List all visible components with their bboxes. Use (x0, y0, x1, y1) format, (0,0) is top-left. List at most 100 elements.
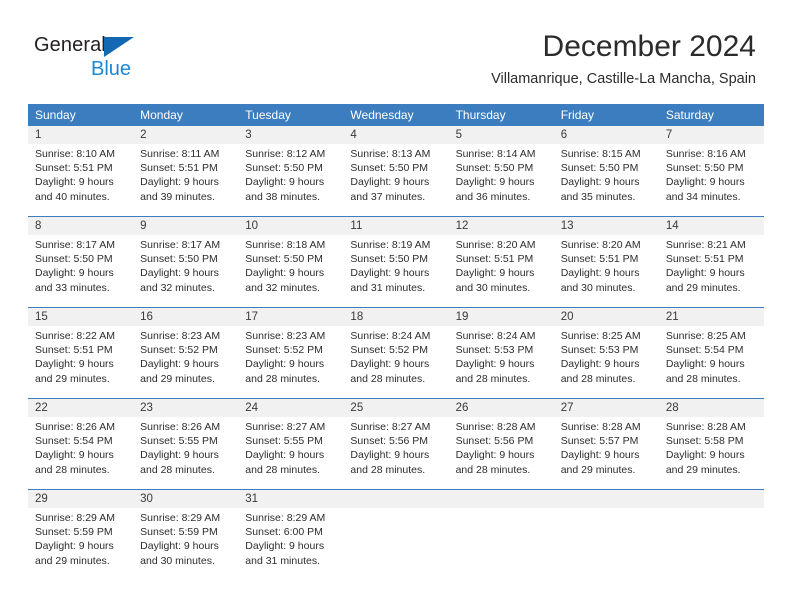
day-cell-21[interactable]: Sunrise: 8:25 AM Sunset: 5:54 PM Daylight:… (659, 326, 764, 398)
daylight-text: and 40 minutes. (35, 190, 110, 203)
day-number-15[interactable]: 15 (28, 308, 133, 326)
day-number-9[interactable]: 9 (133, 217, 238, 235)
day-number-band: 29 30 31 (28, 490, 764, 508)
day-cell-16[interactable]: Sunrise: 8:23 AM Sunset: 5:52 PM Daylight:… (133, 326, 238, 398)
day-cell-3[interactable]: Sunrise: 8:12 AM Sunset: 5:50 PM Daylight:… (238, 144, 343, 216)
sunset-text: Sunset: 5:54 PM (35, 435, 113, 448)
day-number-18[interactable]: 18 (343, 308, 448, 326)
sunrise-text: Sunrise: 8:15 AM (560, 148, 641, 160)
day-cell-19[interactable]: Sunrise: 8:24 AM Sunset: 5:53 PM Daylight:… (449, 326, 554, 398)
day-cell-7[interactable]: Sunrise: 8:16 AM Sunset: 5:50 PM Daylight:… (659, 144, 764, 216)
sunset-text: Sunset: 5:51 PM (455, 253, 534, 266)
sunrise-text: Sunrise: 8:28 AM (560, 421, 641, 433)
day-number-27[interactable]: 27 (554, 399, 659, 417)
day-cell-25[interactable]: Sunrise: 8:27 AM Sunset: 5:56 PM Daylight:… (343, 417, 448, 489)
day-number-29[interactable]: 29 (28, 490, 133, 508)
day-number-16[interactable]: 16 (133, 308, 238, 326)
day-cell-22[interactable]: Sunrise: 8:26 AM Sunset: 5:54 PM Daylight:… (28, 417, 133, 489)
daylight-text: and 31 minutes. (350, 281, 426, 294)
day-cell-15[interactable]: Sunrise: 8:22 AM Sunset: 5:51 PM Daylight:… (28, 326, 133, 398)
day-number-13[interactable]: 13 (554, 217, 659, 235)
day-number-empty (343, 490, 448, 508)
day-cell-1[interactable]: Sunrise: 8:10 AM Sunset: 5:51 PM Daylight:… (28, 144, 133, 216)
day-cell-4[interactable]: Sunrise: 8:13 AM Sunset: 5:50 PM Daylight:… (343, 144, 448, 216)
day-number-23[interactable]: 23 (133, 399, 238, 417)
day-number-30[interactable]: 30 (133, 490, 238, 508)
day-cell-2[interactable]: Sunrise: 8:11 AM Sunset: 5:51 PM Daylight:… (133, 144, 238, 216)
sunrise-text: Sunrise: 8:18 AM (245, 239, 326, 251)
day-cell-11[interactable]: Sunrise: 8:19 AM Sunset: 5:50 PM Daylight:… (343, 235, 448, 307)
day-number-20[interactable]: 20 (554, 308, 659, 326)
day-cell-31[interactable]: Sunrise: 8:29 AM Sunset: 6:00 PM Daylight:… (238, 508, 343, 580)
daylight-text: Daylight: 9 hours (245, 176, 325, 189)
day-number-19[interactable]: 19 (449, 308, 554, 326)
daylight-text: and 32 minutes. (245, 281, 320, 294)
day-number-25[interactable]: 25 (343, 399, 448, 417)
sunset-text: Sunset: 5:50 PM (350, 253, 429, 266)
day-cell-27[interactable]: Sunrise: 8:28 AM Sunset: 5:57 PM Daylight:… (554, 417, 659, 489)
daylight-text: Daylight: 9 hours (350, 358, 430, 371)
day-cell-23[interactable]: Sunrise: 8:26 AM Sunset: 5:55 PM Daylight:… (133, 417, 238, 489)
day-number-6[interactable]: 6 (554, 126, 659, 144)
day-number-21[interactable]: 21 (659, 308, 764, 326)
day-cell-17[interactable]: Sunrise: 8:23 AM Sunset: 5:52 PM Daylight:… (238, 326, 343, 398)
day-number-10[interactable]: 10 (238, 217, 343, 235)
day-number-22[interactable]: 22 (28, 399, 133, 417)
day-cell-8[interactable]: Sunrise: 8:17 AM Sunset: 5:50 PM Daylight:… (28, 235, 133, 307)
daylight-text: Daylight: 9 hours (35, 540, 114, 553)
day-number-2[interactable]: 2 (133, 126, 238, 144)
sunrise-text: Sunrise: 8:16 AM (665, 148, 746, 160)
weekday-header-thursday: Thursday (455, 108, 506, 122)
day-cell-13[interactable]: Sunrise: 8:20 AM Sunset: 5:51 PM Daylight:… (554, 235, 659, 307)
daylight-text: Daylight: 9 hours (140, 267, 219, 280)
day-cell-12[interactable]: Sunrise: 8:20 AM Sunset: 5:51 PM Daylight:… (449, 235, 554, 307)
day-cell-26[interactable]: Sunrise: 8:28 AM Sunset: 5:56 PM Daylight:… (449, 417, 554, 489)
day-number-31[interactable]: 31 (238, 490, 343, 508)
daylight-text: and 28 minutes. (455, 372, 531, 385)
sunset-text: Sunset: 5:53 PM (455, 344, 534, 357)
day-cell-5[interactable]: Sunrise: 8:14 AM Sunset: 5:50 PM Daylight:… (449, 144, 554, 216)
day-cell-9[interactable]: Sunrise: 8:17 AM Sunset: 5:50 PM Daylight:… (133, 235, 238, 307)
daylight-text: and 38 minutes. (245, 190, 320, 203)
day-cell-20[interactable]: Sunrise: 8:25 AM Sunset: 5:53 PM Daylight:… (554, 326, 659, 398)
day-number-1[interactable]: 1 (28, 126, 133, 144)
day-number-12[interactable]: 12 (449, 217, 554, 235)
sunset-text: Sunset: 5:50 PM (665, 162, 744, 175)
day-cell-14[interactable]: Sunrise: 8:21 AM Sunset: 5:51 PM Daylight:… (659, 235, 764, 307)
sunrise-text: Sunrise: 8:26 AM (140, 421, 221, 433)
daylight-text: Daylight: 9 hours (35, 449, 114, 462)
day-cell-10[interactable]: Sunrise: 8:18 AM Sunset: 5:50 PM Daylight:… (238, 235, 343, 307)
day-number-5[interactable]: 5 (449, 126, 554, 144)
day-number-14[interactable]: 14 (659, 217, 764, 235)
daylight-text: and 28 minutes. (245, 372, 320, 385)
day-number-7[interactable]: 7 (659, 126, 764, 144)
daylight-text: and 39 minutes. (140, 190, 215, 203)
day-cell-28[interactable]: Sunrise: 8:28 AM Sunset: 5:58 PM Daylight:… (659, 417, 764, 489)
daylight-text: and 37 minutes. (350, 190, 426, 203)
sunrise-text: Sunrise: 8:27 AM (245, 421, 326, 433)
day-cell-30[interactable]: Sunrise: 8:29 AM Sunset: 5:59 PM Daylight:… (133, 508, 238, 580)
day-number-3[interactable]: 3 (238, 126, 343, 144)
sunrise-text: Sunrise: 8:20 AM (455, 239, 536, 251)
sunrise-text: Sunrise: 8:25 AM (560, 330, 641, 342)
sunset-text: Sunset: 5:52 PM (245, 344, 323, 357)
daylight-text: and 33 minutes. (35, 281, 110, 294)
daylight-text: Daylight: 9 hours (245, 540, 325, 553)
day-number-17[interactable]: 17 (238, 308, 343, 326)
sunset-text: Sunset: 5:50 PM (455, 162, 534, 175)
sunrise-text: Sunrise: 8:29 AM (140, 512, 221, 524)
sunrise-text: Sunrise: 8:24 AM (455, 330, 536, 342)
sunrise-text: Sunrise: 8:10 AM (35, 148, 115, 160)
general-blue-logo[interactable]: General Blue (34, 33, 174, 81)
day-cell-24[interactable]: Sunrise: 8:27 AM Sunset: 5:55 PM Daylight:… (238, 417, 343, 489)
day-number-11[interactable]: 11 (343, 217, 448, 235)
weekday-header-saturday: Saturday (665, 108, 714, 122)
day-number-24[interactable]: 24 (238, 399, 343, 417)
day-cell-18[interactable]: Sunrise: 8:24 AM Sunset: 5:52 PM Daylight:… (343, 326, 448, 398)
day-number-8[interactable]: 8 (28, 217, 133, 235)
day-number-26[interactable]: 26 (449, 399, 554, 417)
day-number-4[interactable]: 4 (343, 126, 448, 144)
day-number-28[interactable]: 28 (659, 399, 764, 417)
day-cell-29[interactable]: Sunrise: 8:29 AM Sunset: 5:59 PM Daylight:… (28, 508, 133, 580)
day-cell-6[interactable]: Sunrise: 8:15 AM Sunset: 5:50 PM Daylight:… (554, 144, 659, 216)
